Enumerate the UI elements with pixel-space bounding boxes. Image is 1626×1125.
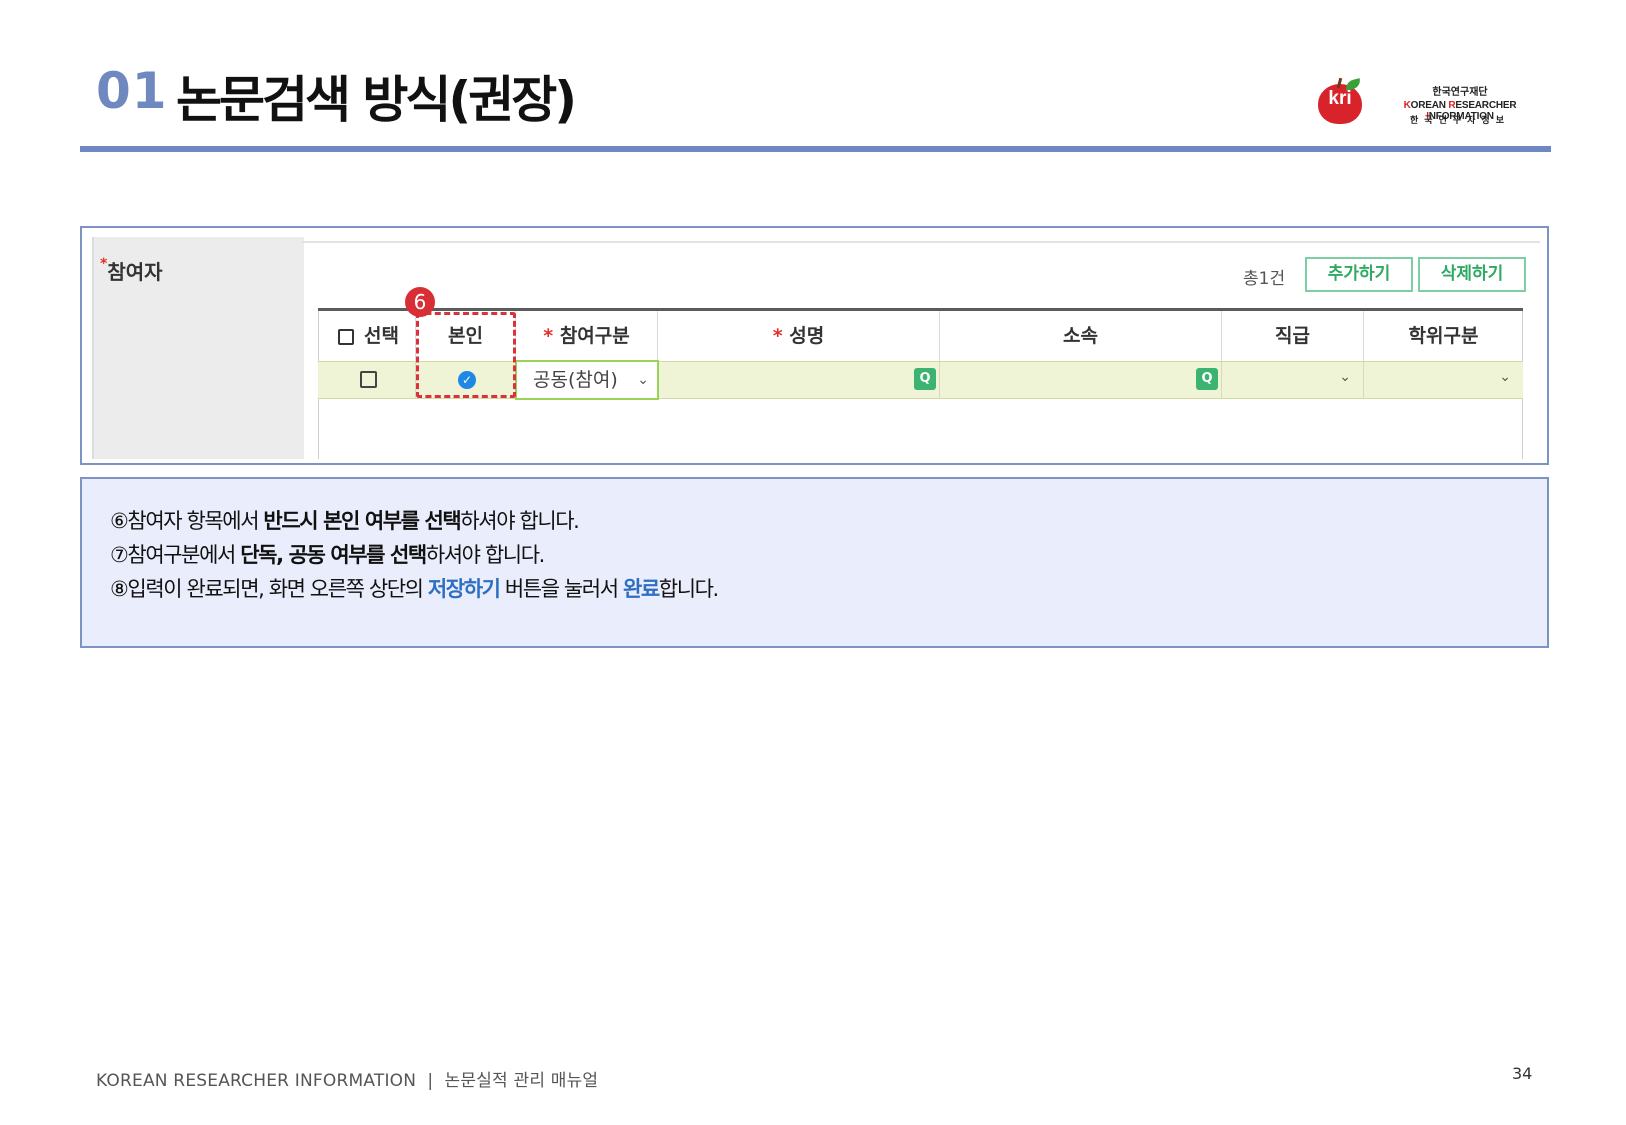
instruction-line-8: ⑧입력이 완료되면, 화면 오른쪽 상단의 저장하기 버튼을 눌러서 완료합니다… xyxy=(110,577,719,601)
chevron-down-icon: ⌄ xyxy=(1339,369,1351,385)
delete-button[interactable]: 삭제하기 xyxy=(1418,257,1526,292)
page-number: 34 xyxy=(1512,1064,1533,1083)
position-select[interactable]: ⌄ xyxy=(1222,361,1364,399)
search-icon[interactable]: Q xyxy=(914,368,936,390)
name-input[interactable] xyxy=(658,361,940,399)
top-rule xyxy=(302,241,1540,243)
total-count: 총1건 xyxy=(1243,269,1286,289)
row-select-checkbox[interactable] xyxy=(360,371,377,388)
header-position: 직급 xyxy=(1222,311,1364,361)
instruction-line-7: ⑦참여구분에서 단독, 공동 여부를 선택하셔야 합니다. xyxy=(110,543,545,567)
degree-select[interactable]: ⌄ xyxy=(1364,361,1523,399)
page-title: 논문검색 방식(권장) xyxy=(176,71,577,129)
header-participation-type: * 참여구분 xyxy=(516,311,658,361)
chevron-down-icon: ⌄ xyxy=(1499,369,1511,385)
logo-org-ko-spaced: 한국연구자정보 xyxy=(1410,116,1510,126)
section-label: *참여자 xyxy=(100,256,163,284)
footer-text: KOREAN RESEARCHER INFORMATION | 논문실적 관리 … xyxy=(96,1071,599,1091)
header-affiliation: 소속 xyxy=(940,311,1222,361)
logo-mark-text: kri xyxy=(1328,88,1352,109)
search-icon[interactable]: Q xyxy=(1196,368,1218,390)
affiliation-input[interactable] xyxy=(940,361,1222,399)
participation-type-select[interactable]: 공동(참여) ⌄ xyxy=(515,360,659,400)
section-number: 01 xyxy=(96,62,168,120)
instruction-line-6: ⑥참여자 항목에서 반드시 본인 여부를 선택하셔야 합니다. xyxy=(110,509,580,533)
header-name: * 성명 xyxy=(658,311,940,361)
add-button[interactable]: 추가하기 xyxy=(1305,257,1413,292)
callout-highlight-box xyxy=(416,312,516,398)
select-all-checkbox[interactable] xyxy=(338,329,354,345)
logo-org-ko: 한국연구재단 xyxy=(1432,87,1488,98)
header-divider xyxy=(80,146,1551,152)
header-select: 선택 xyxy=(318,311,416,361)
callout-number-badge: 6 xyxy=(405,287,435,317)
header-degree: 학위구분 xyxy=(1408,325,1479,347)
chevron-down-icon: ⌄ xyxy=(637,372,649,388)
